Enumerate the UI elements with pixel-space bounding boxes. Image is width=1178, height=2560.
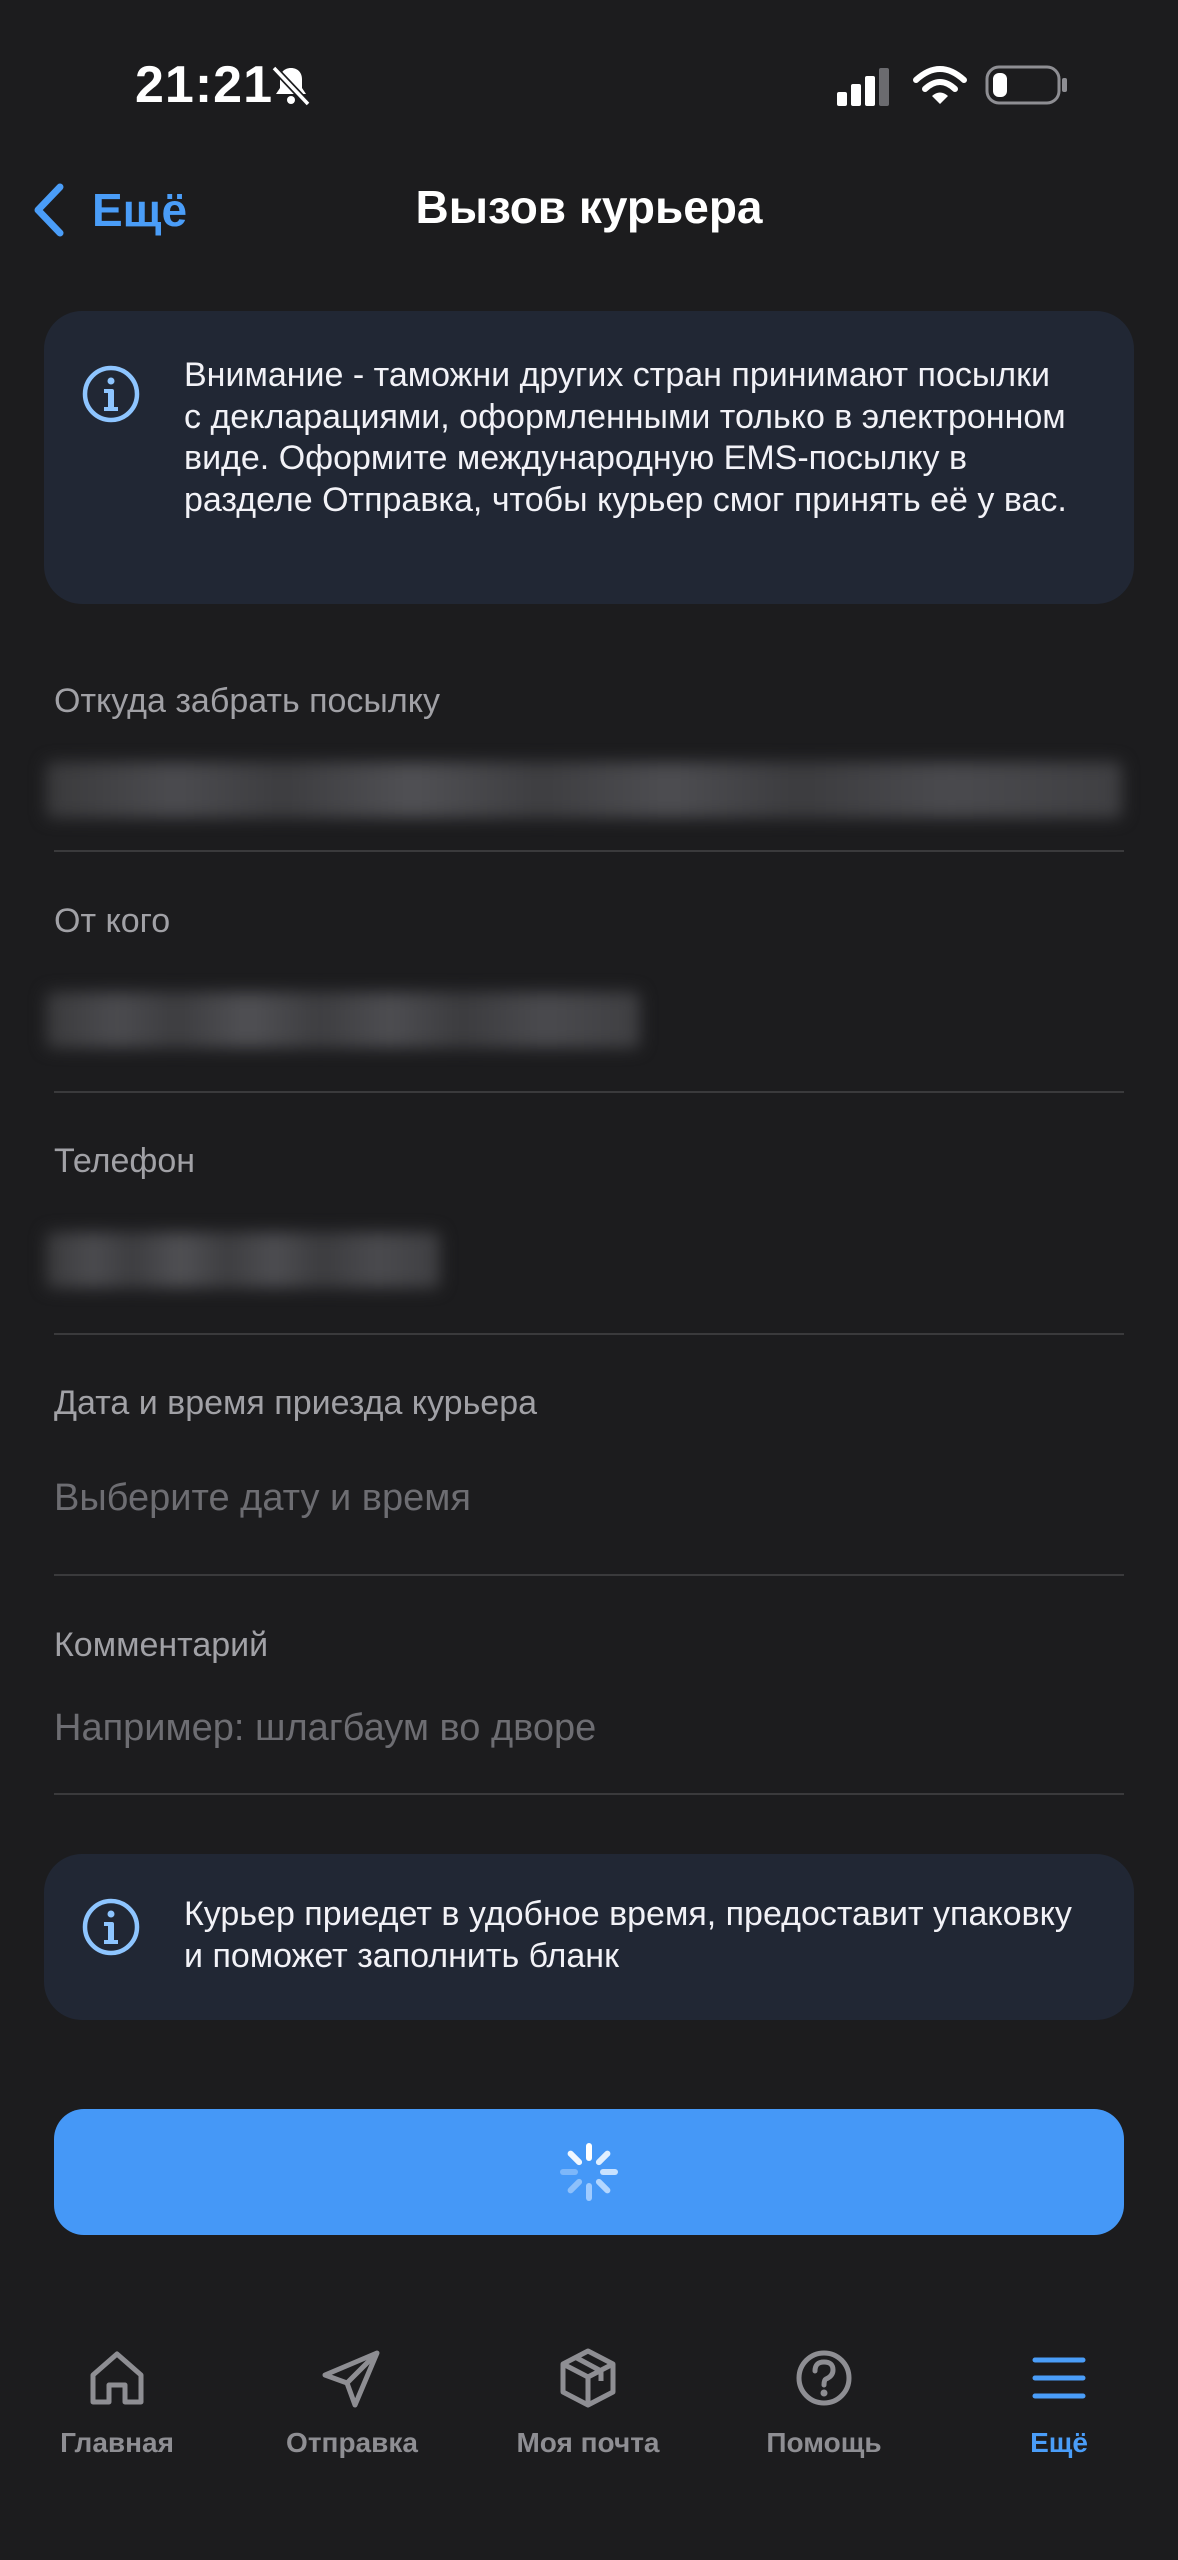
sender-field[interactable]	[46, 992, 640, 1048]
tab-label: Помощь	[766, 2427, 882, 2458]
tab-home[interactable]: Главная	[7, 2345, 227, 2459]
wifi-icon	[913, 66, 967, 104]
pickup-address-field[interactable]	[46, 762, 1122, 818]
info-icon	[82, 365, 140, 423]
battery-icon	[985, 65, 1067, 105]
tab-label: Ещё	[1030, 2427, 1088, 2458]
tab-label: Отправка	[286, 2427, 418, 2458]
send-icon	[322, 2350, 380, 2408]
divider	[54, 1333, 1124, 1335]
home-icon	[90, 2351, 144, 2405]
tab-label: Моя почта	[516, 2427, 660, 2458]
datetime-label: Дата и время приезда курьера	[54, 1384, 538, 1422]
customs-notice-text: Внимание - таможни других стран принимаю…	[184, 356, 1067, 519]
divider	[54, 850, 1124, 852]
customs-notice-card: Внимание - таможни других стран принимаю…	[44, 311, 1134, 604]
tab-send[interactable]: Отправка	[242, 2345, 462, 2459]
phone-label: Телефон	[54, 1142, 196, 1180]
courier-info-text: Курьер приедет в удобное время, предоста…	[184, 1895, 1072, 1975]
divider	[54, 1091, 1124, 1093]
divider	[54, 1793, 1124, 1795]
menu-icon	[1032, 2357, 1086, 2399]
loading-spinner-icon	[560, 2143, 618, 2201]
sender-label: От кого	[54, 902, 171, 940]
tab-more[interactable]: Ещё	[949, 2345, 1169, 2459]
cellular-signal-icon	[837, 68, 889, 106]
courier-info-card: Курьер приедет в удобное время, предоста…	[44, 1854, 1134, 2020]
tab-label: Главная	[60, 2427, 174, 2458]
silent-bell-icon	[271, 65, 311, 107]
submit-button[interactable]	[54, 2109, 1124, 2235]
status-time: 21:21	[135, 56, 273, 114]
comment-label: Комментарий	[54, 1626, 269, 1664]
page-title: Вызов курьера	[415, 181, 763, 233]
box-icon	[560, 2348, 616, 2408]
pickup-address-label: Откуда забрать посылку	[54, 682, 440, 720]
datetime-field[interactable]: Выберите дату и время	[54, 1477, 471, 1520]
tab-help[interactable]: Помощь	[714, 2345, 934, 2459]
phone-field[interactable]	[46, 1232, 440, 1288]
help-icon	[796, 2350, 852, 2406]
info-icon	[82, 1898, 140, 1956]
comment-field[interactable]: Например: шлагбаум во дворе	[54, 1707, 596, 1750]
tab-my-mail[interactable]: Моя почта	[478, 2345, 698, 2459]
divider	[54, 1574, 1124, 1576]
